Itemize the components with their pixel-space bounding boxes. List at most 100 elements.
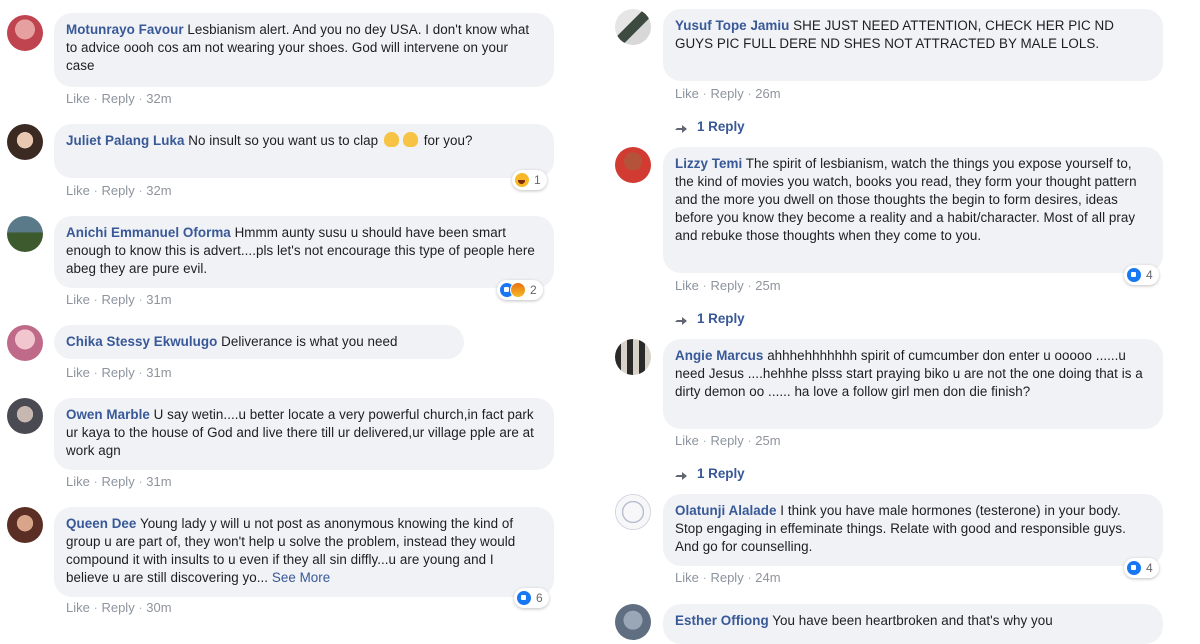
reaction-summary[interactable]: 2 (497, 280, 543, 300)
separator: · (93, 365, 98, 380)
reaction-summary[interactable]: 1 (512, 170, 547, 190)
reply-link[interactable]: Reply (101, 91, 134, 106)
comment-time[interactable]: 30m (146, 600, 171, 615)
comment-author[interactable]: Motunrayo Favour (66, 22, 184, 37)
comment-author[interactable]: Yusuf Tope Jamiu (675, 18, 789, 33)
comment-author[interactable]: Anichi Emmanuel Oforma (66, 225, 231, 240)
like-link[interactable]: Like (675, 433, 699, 448)
comment-author[interactable]: Lizzy Temi (675, 156, 742, 171)
reaction-summary[interactable]: 4 (1124, 558, 1159, 578)
clapping-hands-icon (383, 132, 399, 147)
comment-author[interactable]: Owen Marble (66, 407, 150, 422)
separator: · (93, 600, 98, 615)
separator: · (138, 91, 143, 106)
avatar[interactable] (7, 216, 43, 252)
comment-text: You have been heartbroken and that's why… (772, 613, 1053, 628)
comment-bubble: Anichi Emmanuel Oforma Hmmm aunty susu u… (54, 216, 554, 288)
comment-actions: Like · Reply · 32m (66, 183, 172, 198)
comment-bubble: Olatunji Alalade I think you have male h… (663, 494, 1163, 566)
comment-text: for you? (423, 133, 473, 148)
view-replies-link[interactable]: 1 Reply (675, 311, 745, 326)
avatar[interactable] (7, 15, 43, 51)
like-link[interactable]: Like (66, 292, 90, 307)
avatar[interactable] (615, 339, 651, 375)
avatar[interactable] (7, 124, 43, 160)
separator: · (138, 365, 143, 380)
reply-link[interactable]: Reply (710, 278, 743, 293)
reply-arrow-icon (675, 468, 687, 480)
reaction-count: 4 (1146, 268, 1153, 282)
like-link[interactable]: Like (66, 600, 90, 615)
avatar[interactable] (7, 398, 43, 434)
like-link[interactable]: Like (675, 570, 699, 585)
reaction-summary[interactable]: 4 (1124, 265, 1159, 285)
like-link[interactable]: Like (66, 365, 90, 380)
reply-arrow-icon (675, 121, 687, 133)
comment-bubble: Owen Marble U say wetin....u better loca… (54, 398, 554, 470)
reaction-summary[interactable]: 6 (514, 588, 549, 608)
comment-bubble: Esther Offiong You have been heartbroken… (663, 604, 1163, 644)
comment-time[interactable]: 24m (755, 570, 780, 585)
avatar[interactable] (615, 604, 651, 640)
like-link[interactable]: Like (675, 278, 699, 293)
avatar[interactable] (7, 507, 43, 543)
separator: · (702, 433, 707, 448)
like-link[interactable]: Like (66, 474, 90, 489)
replies-count: 1 Reply (697, 311, 745, 326)
comment-bubble: Chika Stessy Ekwulugo Deliverance is wha… (54, 325, 464, 359)
comment-author[interactable]: Chika Stessy Ekwulugo (66, 334, 217, 349)
like-link[interactable]: Like (675, 86, 699, 101)
avatar[interactable] (615, 9, 651, 45)
comment-time[interactable]: 26m (755, 86, 780, 101)
comment-text: The spirit of lesbianism, watch the thin… (675, 156, 1137, 243)
view-replies-link[interactable]: 1 Reply (675, 466, 745, 481)
comment-author[interactable]: Olatunji Alalade (675, 503, 777, 518)
comment-author[interactable]: Angie Marcus (675, 348, 763, 363)
like-link[interactable]: Like (66, 91, 90, 106)
reaction-count: 1 (534, 173, 541, 187)
reply-link[interactable]: Reply (710, 433, 743, 448)
like-link[interactable]: Like (66, 183, 90, 198)
reply-link[interactable]: Reply (101, 600, 134, 615)
like-icon (1126, 267, 1142, 283)
avatar[interactable] (7, 325, 43, 361)
reply-link[interactable]: Reply (101, 365, 134, 380)
comment-time[interactable]: 25m (755, 278, 780, 293)
comment-author[interactable]: Esther Offiong (675, 613, 769, 628)
comment-actions: Like · Reply · 26m (675, 86, 781, 101)
separator: · (138, 183, 143, 198)
comment-time[interactable]: 31m (146, 292, 171, 307)
comment-author[interactable]: Queen Dee (66, 516, 136, 531)
separator: · (138, 600, 143, 615)
separator: · (747, 433, 752, 448)
separator: · (702, 86, 707, 101)
reply-arrow-icon (675, 313, 687, 325)
comment-actions: Like · Reply · 24m (675, 570, 781, 585)
comment-time[interactable]: 32m (146, 183, 171, 198)
comment-time[interactable]: 32m (146, 91, 171, 106)
comment-actions: Like · Reply · 32m (66, 91, 172, 106)
view-replies-link[interactable]: 1 Reply (675, 119, 745, 134)
see-more-link[interactable]: See More (272, 570, 330, 585)
separator: · (138, 474, 143, 489)
comment-time[interactable]: 31m (146, 474, 171, 489)
reply-link[interactable]: Reply (101, 474, 134, 489)
comment-author[interactable]: Juliet Palang Luka (66, 133, 184, 148)
replies-count: 1 Reply (697, 119, 745, 134)
comment-bubble: Motunrayo Favour Lesbianism alert. And y… (54, 13, 554, 87)
reply-link[interactable]: Reply (101, 183, 134, 198)
comment-bubble: Angie Marcus ahhhehhhhhhh spirit of cumc… (663, 339, 1163, 429)
comment-time[interactable]: 31m (146, 365, 171, 380)
comment-actions: Like · Reply · 25m (675, 278, 781, 293)
comment-bubble: Yusuf Tope Jamiu SHE JUST NEED ATTENTION… (663, 9, 1163, 81)
reply-link[interactable]: Reply (710, 86, 743, 101)
reply-link[interactable]: Reply (710, 570, 743, 585)
avatar[interactable] (615, 494, 651, 530)
separator: · (93, 91, 98, 106)
separator: · (93, 474, 98, 489)
comment-time[interactable]: 25m (755, 433, 780, 448)
avatar[interactable] (615, 147, 651, 183)
reply-link[interactable]: Reply (101, 292, 134, 307)
separator: · (93, 183, 98, 198)
comment-text: No insult so you want us to clap (188, 133, 379, 148)
